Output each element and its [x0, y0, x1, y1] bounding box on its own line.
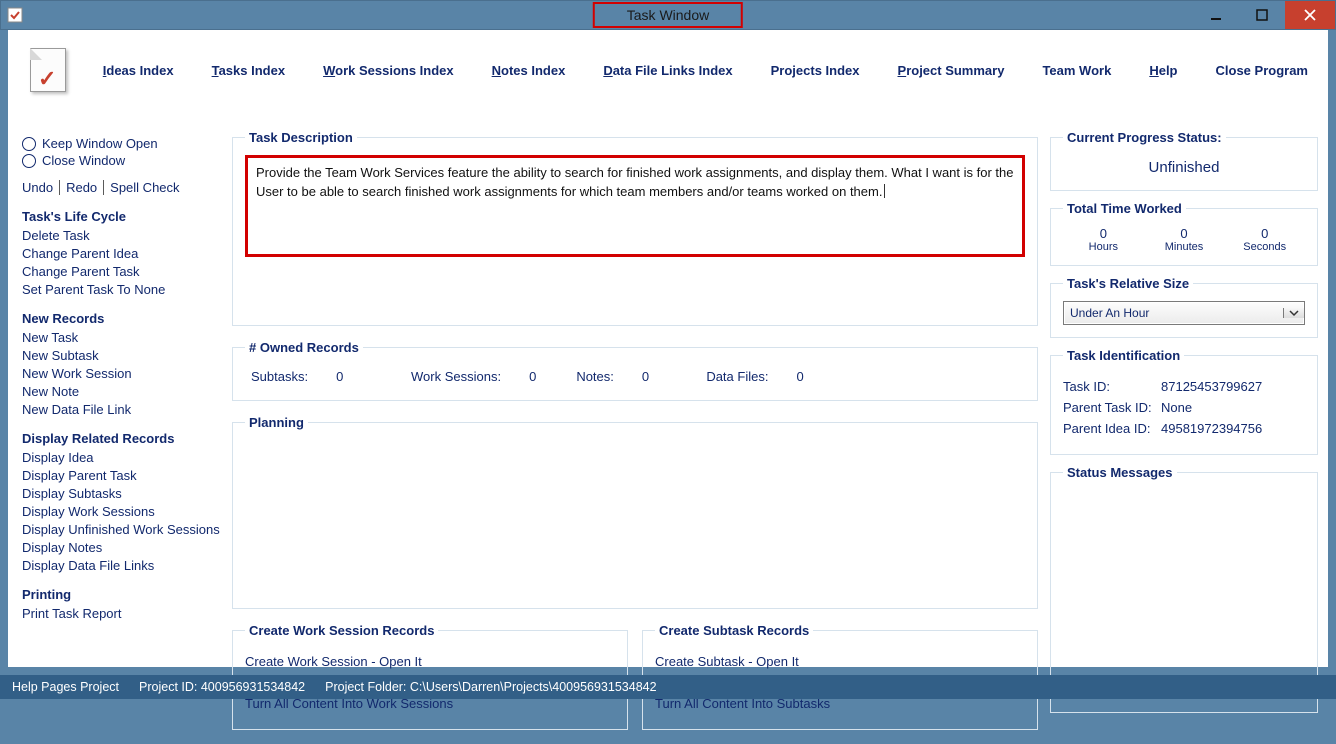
- ttw-seconds-label: Seconds: [1224, 241, 1305, 253]
- fieldset-task-description: Task Description Provide the Team Work S…: [232, 130, 1038, 326]
- legend-ttw: Total Time Worked: [1063, 201, 1186, 216]
- legend-create-subtask: Create Subtask Records: [655, 623, 813, 638]
- fieldset-task-identification: Task Identification Task ID:871254537996…: [1050, 348, 1318, 455]
- legend-relative-size: Task's Relative Size: [1063, 276, 1193, 291]
- undo-link[interactable]: Undo: [22, 180, 60, 195]
- ttw-hours-label: Hours: [1063, 241, 1144, 253]
- group-new-records: New Records: [22, 311, 220, 326]
- menu-projects-index[interactable]: Projects Index: [771, 63, 860, 78]
- title-bar: Task Window: [0, 0, 1336, 30]
- link-print-task-report[interactable]: Print Task Report: [22, 606, 220, 621]
- link-new-work-session[interactable]: New Work Session: [22, 366, 220, 381]
- link-display-subtasks[interactable]: Display Subtasks: [22, 486, 220, 501]
- link-delete-task[interactable]: Delete Task: [22, 228, 220, 243]
- label-data-files: Data Files:: [706, 369, 768, 384]
- ttw-hours: 0: [1063, 226, 1144, 241]
- link-display-data-file-links[interactable]: Display Data File Links: [22, 558, 220, 573]
- task-description-text: Provide the Team Work Services feature t…: [256, 165, 1013, 199]
- fieldset-owned-records: # Owned Records Subtasks: 0 Work Sessions…: [232, 340, 1038, 401]
- legend-create-ws: Create Work Session Records: [245, 623, 438, 638]
- legend-planning: Planning: [245, 415, 308, 430]
- menu-bar: ✓ Ideas Index Tasks Index Work Sessions …: [8, 30, 1328, 110]
- link-display-work-sessions[interactable]: Display Work Sessions: [22, 504, 220, 519]
- menu-ideas-index[interactable]: Ideas Index: [103, 63, 174, 78]
- link-new-note[interactable]: New Note: [22, 384, 220, 399]
- fieldset-planning: Planning: [232, 415, 1038, 609]
- value-subtasks: 0: [336, 369, 343, 384]
- value-notes: 0: [642, 369, 649, 384]
- link-new-data-file-link[interactable]: New Data File Link: [22, 402, 220, 417]
- relative-size-select[interactable]: Under An Hour: [1063, 301, 1305, 325]
- fieldset-total-time-worked: Total Time Worked 0Hours 0Minutes 0Secon…: [1050, 201, 1318, 266]
- value-data-files: 0: [796, 369, 803, 384]
- radio-keep-window-open[interactable]: Keep Window Open: [22, 136, 220, 151]
- redo-link[interactable]: Redo: [60, 180, 104, 195]
- label-notes: Notes:: [576, 369, 614, 384]
- chevron-down-icon: [1283, 308, 1304, 318]
- label-subtasks: Subtasks:: [251, 369, 308, 384]
- label-parent-idea-id: Parent Idea ID:: [1063, 421, 1161, 436]
- ttw-seconds: 0: [1224, 226, 1305, 241]
- link-display-parent-task[interactable]: Display Parent Task: [22, 468, 220, 483]
- menu-work-sessions-index[interactable]: Work Sessions Index: [323, 63, 454, 78]
- link-new-task[interactable]: New Task: [22, 330, 220, 345]
- value-parent-idea-id: 49581972394756: [1161, 421, 1262, 436]
- task-description-input[interactable]: Provide the Team Work Services feature t…: [245, 155, 1025, 257]
- link-new-subtask[interactable]: New Subtask: [22, 348, 220, 363]
- value-parent-task-id: None: [1161, 400, 1192, 415]
- menu-help[interactable]: Help: [1149, 63, 1177, 78]
- radio-icon: [22, 154, 36, 168]
- spell-check-link[interactable]: Spell Check: [104, 180, 185, 195]
- group-lifecycle: Task's Life Cycle: [22, 209, 220, 224]
- menu-tasks-index[interactable]: Tasks Index: [212, 63, 285, 78]
- link-display-notes[interactable]: Display Notes: [22, 540, 220, 555]
- ttw-minutes: 0: [1144, 226, 1225, 241]
- menu-project-summary[interactable]: Project Summary: [898, 63, 1005, 78]
- label-parent-task-id: Parent Task ID:: [1063, 400, 1161, 415]
- status-project-folder: Project Folder: C:\Users\Darren\Projects…: [325, 680, 656, 694]
- value-task-id: 87125453799627: [1161, 379, 1262, 394]
- legend-task-id: Task Identification: [1063, 348, 1184, 363]
- radio-close-window[interactable]: Close Window: [22, 153, 220, 168]
- legend-owned-records: # Owned Records: [245, 340, 363, 355]
- sidebar: Keep Window Open Close Window Undo Redo …: [22, 134, 220, 624]
- fieldset-progress-status: Current Progress Status: Unfinished: [1050, 130, 1318, 191]
- link-set-parent-task-none[interactable]: Set Parent Task To None: [22, 282, 220, 297]
- link-change-parent-idea[interactable]: Change Parent Idea: [22, 246, 220, 261]
- main-area: Task Description Provide the Team Work S…: [232, 130, 1038, 661]
- right-panel: Current Progress Status: Unfinished Tota…: [1050, 130, 1318, 661]
- close-button[interactable]: [1285, 1, 1335, 29]
- link-display-idea[interactable]: Display Idea: [22, 450, 220, 465]
- menu-data-file-links-index[interactable]: Data File Links Index: [603, 63, 732, 78]
- value-work-sessions: 0: [529, 369, 536, 384]
- label-task-id: Task ID:: [1063, 379, 1161, 394]
- relative-size-value: Under An Hour: [1064, 306, 1283, 320]
- status-help-project[interactable]: Help Pages Project: [12, 680, 119, 694]
- ttw-minutes-label: Minutes: [1144, 241, 1225, 253]
- app-icon: [1, 1, 29, 29]
- link-display-unfinished-ws[interactable]: Display Unfinished Work Sessions: [22, 522, 220, 537]
- status-project-id: Project ID: 400956931534842: [139, 680, 305, 694]
- menu-notes-index[interactable]: Notes Index: [492, 63, 566, 78]
- legend-progress-status: Current Progress Status:: [1063, 130, 1226, 145]
- status-bar: Help Pages Project Project ID: 400956931…: [0, 675, 1336, 699]
- radio-icon: [22, 137, 36, 151]
- group-display-related: Display Related Records: [22, 431, 220, 446]
- minimize-button[interactable]: [1193, 1, 1239, 29]
- link-change-parent-task[interactable]: Change Parent Task: [22, 264, 220, 279]
- progress-status-value: Unfinished: [1063, 155, 1305, 178]
- group-printing: Printing: [22, 587, 220, 602]
- menu-team-work[interactable]: Team Work: [1042, 63, 1111, 78]
- menu-close-program[interactable]: Close Program: [1216, 63, 1308, 78]
- label-work-sessions: Work Sessions:: [411, 369, 501, 384]
- fieldset-relative-size: Task's Relative Size Under An Hour: [1050, 276, 1318, 338]
- legend-task-description: Task Description: [245, 130, 357, 145]
- window-title: Task Window: [593, 2, 743, 28]
- link-create-subtask-open[interactable]: Create Subtask - Open It: [655, 654, 1025, 669]
- app-logo-icon: ✓: [26, 48, 45, 92]
- maximize-button[interactable]: [1239, 1, 1285, 29]
- legend-status-messages: Status Messages: [1063, 465, 1177, 480]
- link-create-ws-open[interactable]: Create Work Session - Open It: [245, 654, 615, 669]
